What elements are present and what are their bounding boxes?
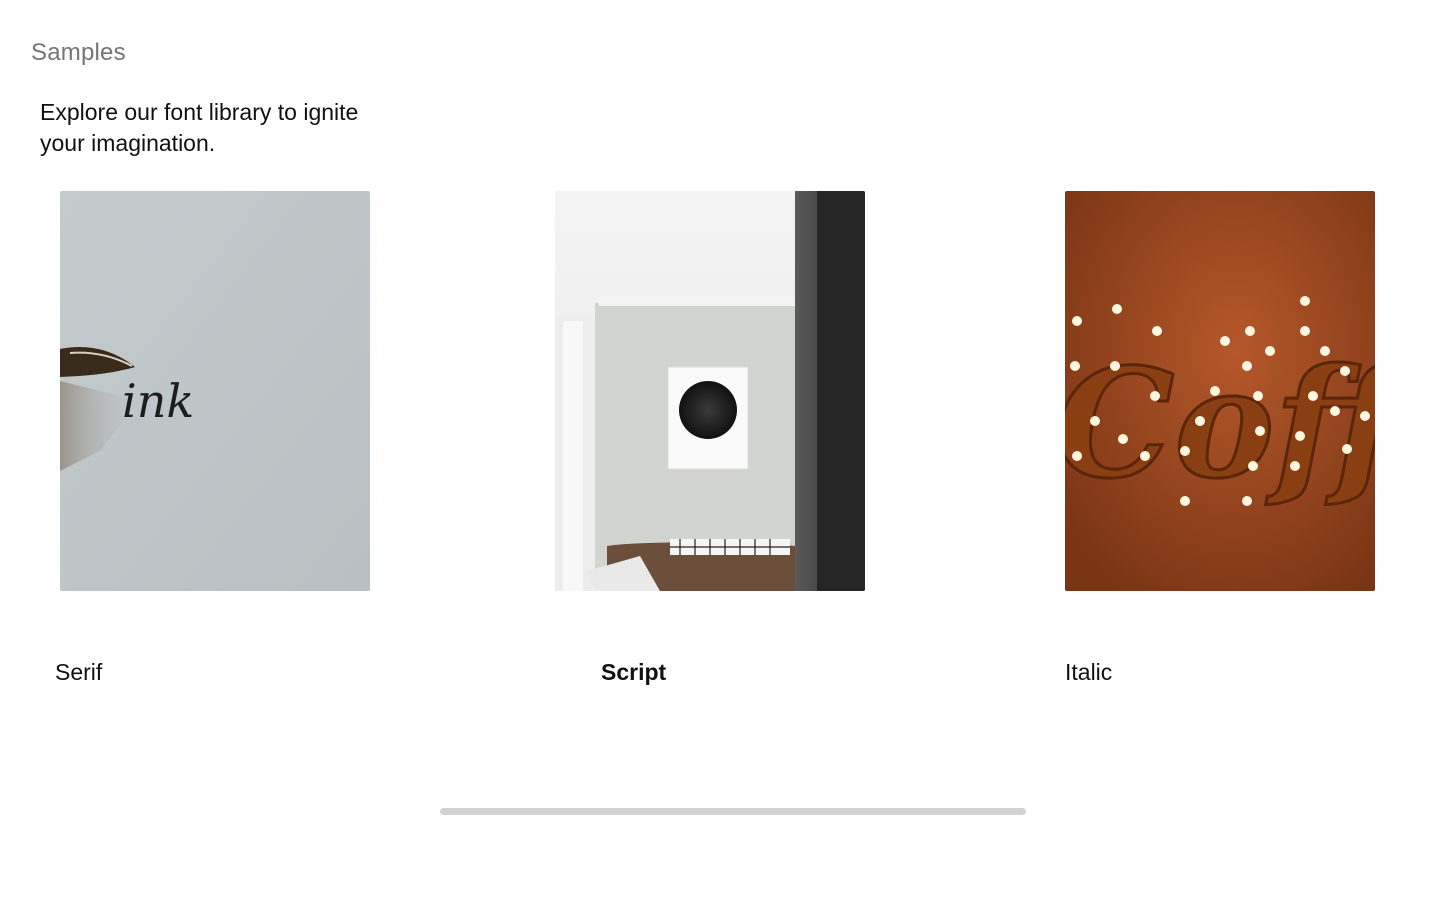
card-label-italic[interactable]: Italic	[1065, 659, 1112, 686]
card-label-serif[interactable]: Serif	[55, 659, 102, 686]
card-label-script[interactable]: Script	[601, 659, 666, 686]
section-title: Samples	[31, 39, 126, 66]
coffee-marquee-letters: Coffee	[1065, 336, 1375, 512]
ink-handwriting: ink	[122, 374, 194, 428]
intro-text: Explore our font library to ignite your …	[40, 99, 359, 156]
italic-sample-image[interactable]: Coffee	[1065, 191, 1375, 591]
samples-page: Samples Explore our font library to igni…	[0, 0, 1440, 900]
serif-sample-image[interactable]: ink	[60, 191, 370, 591]
horizontal-scrollbar[interactable]	[440, 808, 1026, 815]
script-sample-image[interactable]	[555, 191, 865, 591]
